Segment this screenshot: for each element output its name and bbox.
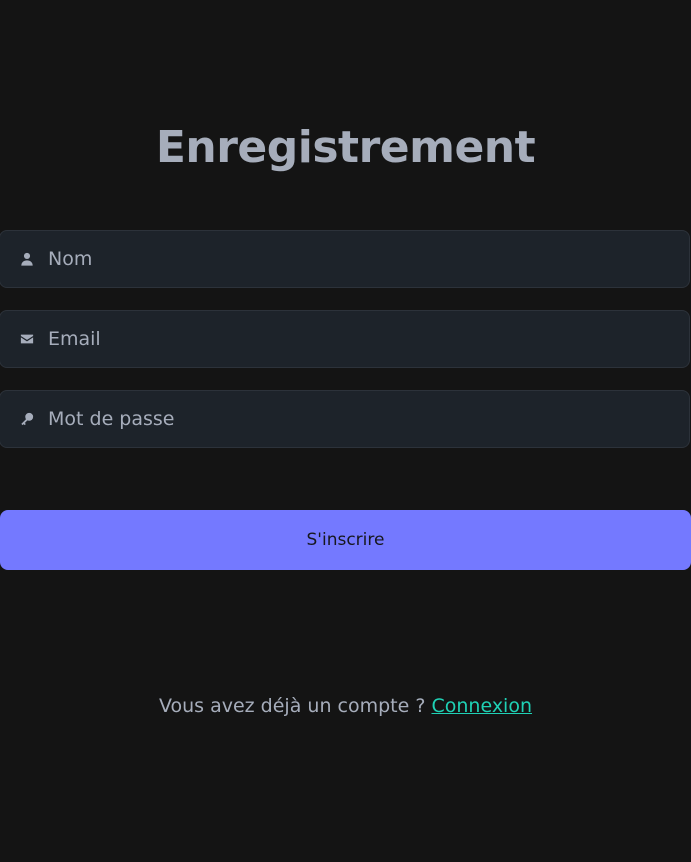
login-link[interactable]: Connexion — [431, 695, 532, 717]
login-prompt: Vous avez déjà un compte ? Connexion — [0, 692, 691, 720]
page-title: Enregistrement — [155, 122, 536, 173]
email-input[interactable] — [48, 311, 689, 367]
register-button[interactable]: S'inscrire — [0, 510, 691, 570]
user-icon — [19, 251, 35, 267]
name-field[interactable] — [0, 230, 690, 288]
key-icon — [19, 411, 35, 427]
password-field[interactable] — [0, 390, 690, 448]
name-input[interactable] — [48, 231, 689, 287]
register-page: Enregistrement S'inscrire Vous avez déjà… — [0, 0, 691, 862]
email-field[interactable] — [0, 310, 690, 368]
envelope-icon — [19, 331, 35, 347]
password-input[interactable] — [48, 391, 689, 447]
login-prompt-text: Vous avez déjà un compte ? — [158, 695, 426, 717]
